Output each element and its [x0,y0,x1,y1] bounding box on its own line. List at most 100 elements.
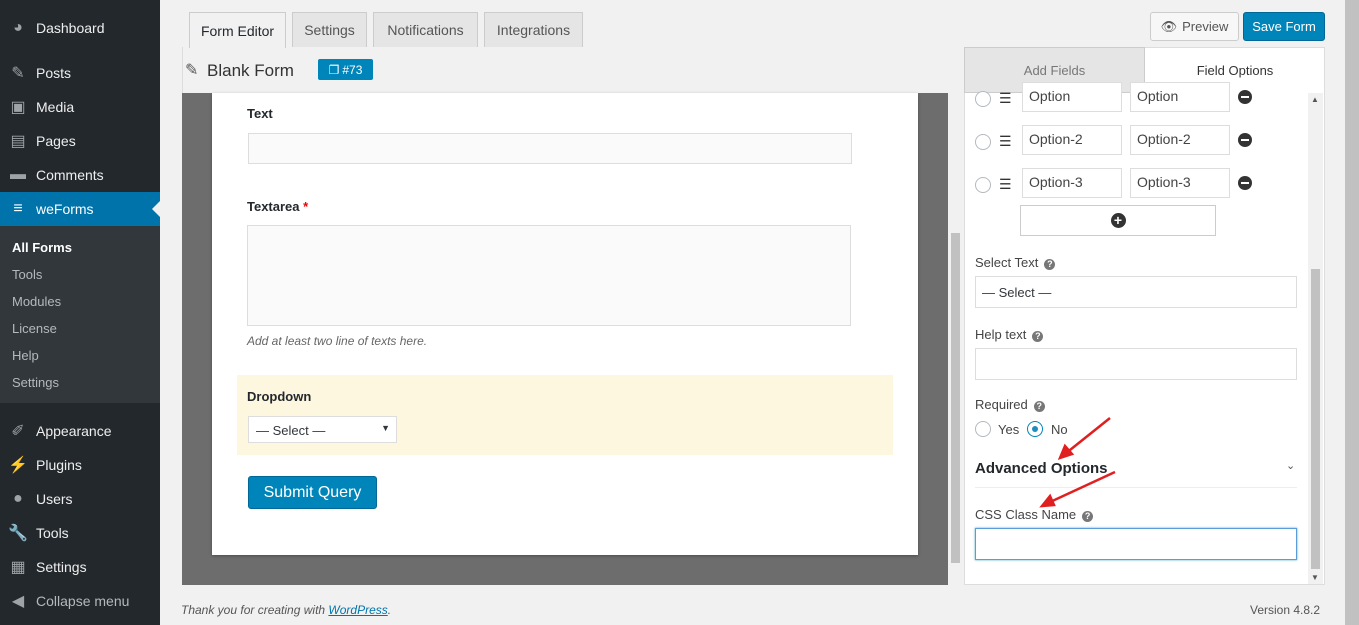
users-icon: ● [13,490,23,507]
submenu-item-license[interactable]: License [12,321,57,336]
appearance-icon: ✐ [11,423,25,440]
select-text-label: Select Text? [975,255,1056,270]
eye-icon: 👁 [1160,18,1178,34]
sidebar-item-label: weForms [36,201,94,217]
help-text-input[interactable] [975,348,1297,380]
page-scrollbar[interactable] [1345,0,1359,625]
help-icon[interactable]: ? [1044,259,1056,270]
sidebar-item-label: Appearance [36,423,112,439]
media-icon: ▣ [10,99,26,116]
option-label-input[interactable]: Option [1022,82,1122,112]
sidebar-item-appearance[interactable]: ✐ Appearance [0,414,160,448]
settings-icon: ▦ [10,559,26,576]
sidebar-item-posts[interactable]: ✎ Posts [0,56,160,90]
text-label: Text [247,106,273,121]
dropdown-label: Dropdown [247,389,312,404]
drag-handle-icon[interactable]: ☰ [999,91,1012,105]
sidebar-item-label: Tools [36,525,69,541]
select-text-input[interactable]: — Select — [975,276,1297,308]
weforms-submenu: All Forms Tools Modules License Help Settings [0,226,160,403]
wordpress-link[interactable]: WordPress [328,603,387,617]
plus-circle-icon: + [1110,213,1126,228]
plugins-icon: ⚡ [8,457,28,474]
submenu-item-modules[interactable]: Modules [12,294,61,309]
sidebar-item-label: Dashboard [36,20,105,36]
submenu-item-all-forms[interactable]: All Forms [12,240,72,255]
sidebar-item-plugins[interactable]: ⚡ Plugins [0,448,160,482]
tab-integrations[interactable]: Integrations [484,12,583,47]
default-option-radio[interactable] [975,134,991,150]
option-value-input[interactable]: Option-3 [1130,168,1230,198]
default-option-radio[interactable] [975,177,991,193]
copy-icon: ❐ [328,62,340,77]
text-input[interactable] [248,133,852,164]
option-label-input[interactable]: Option-2 [1022,125,1122,155]
form-id: #73 [342,62,363,77]
css-class-input[interactable] [975,528,1297,560]
submenu-item-help[interactable]: Help [12,348,39,363]
textarea-help: Add at least two line of texts here. [247,334,428,348]
tab-form-editor[interactable]: Form Editor [189,12,286,48]
admin-sidebar: All Forms Tools Modules License Help Settings… [0,0,160,625]
submit-button[interactable]: Submit Query [248,476,377,509]
sidebar-item-label: Users [36,491,73,507]
help-text-label: Help text? [975,327,1044,342]
pages-icon: ▤ [10,133,26,150]
annotation-arrows [1039,417,1116,508]
tools-icon: 🔧 [8,525,28,542]
remove-option-icon[interactable] [1238,90,1252,104]
sidebar-item-users[interactable]: ● Users [0,482,160,516]
textarea-input[interactable] [247,225,851,326]
sidebar-item-label: Media [36,99,75,115]
sidebar-item-label: Plugins [36,457,82,473]
sidebar-item-label: Pages [36,133,76,149]
textarea-label: Textarea * [247,199,309,214]
option-value-input[interactable]: Option-2 [1130,125,1230,155]
help-icon[interactable]: ? [1032,331,1044,342]
sidebar-item-weforms[interactable]: ≡ weForms [0,192,160,226]
sidebar-item-media[interactable]: ▣ Media [0,90,160,124]
dropdown-field-highlight[interactable] [237,375,893,455]
remove-option-icon[interactable] [1238,133,1252,147]
dropdown-select[interactable]: — Select — ▼ [248,416,397,443]
default-option-radio[interactable] [975,91,991,107]
divider [975,487,1297,488]
editor-header [182,47,964,93]
panel-scrollbar[interactable]: ▲ ▼ [1308,93,1323,584]
drag-handle-icon[interactable]: ☰ [999,134,1012,148]
remove-option-icon[interactable] [1238,176,1252,190]
option-label-input[interactable]: Option-3 [1022,168,1122,198]
arrow-css [1047,470,1116,505]
form-title[interactable]: Blank Form [207,61,294,81]
collapse-icon: ◀ [11,593,25,610]
add-option-button[interactable]: + [1020,205,1216,236]
sidebar-item-pages[interactable]: ▤ Pages [0,124,160,158]
submenu-item-tools[interactable]: Tools [12,267,42,282]
tab-settings[interactable]: Settings [292,12,367,47]
canvas-scrollbar[interactable] [948,93,963,585]
form-id-badge[interactable]: ❐ #73 [318,59,373,80]
tab-notifications[interactable]: Notifications [373,12,478,47]
sidebar-item-dashboard[interactable]: ◕ Dashboard [0,11,160,45]
arrow-advanced [1064,417,1111,455]
chevron-down-icon[interactable]: ⌄ [1286,459,1295,472]
footer-thanks: Thank you for creating with WordPress. [181,603,392,617]
sidebar-item-label: Collapse menu [36,593,130,609]
sidebar-item-tools[interactable]: 🔧 Tools [0,516,160,550]
sidebar-item-settings[interactable]: ▦ Settings [0,550,160,584]
drag-handle-icon[interactable]: ☰ [999,177,1012,191]
sidebar-item-label: Posts [36,65,72,81]
sidebar-item-label: Comments [36,167,104,183]
option-value-input[interactable]: Option [1130,82,1230,112]
save-form-button[interactable]: Save Form [1243,12,1325,41]
preview-button[interactable]: 👁 Preview [1150,12,1239,41]
yes-label: Yes [998,422,1020,437]
required-yes-radio[interactable] [975,421,991,437]
submenu-item-settings[interactable]: Settings [12,375,59,390]
sidebar-item-collapse-menu[interactable]: ◀ Collapse menu [0,584,160,618]
pencil-icon: ✎ [185,62,199,79]
sidebar-item-comments[interactable]: ▬ Comments [0,158,160,192]
weforms-icon: ≡ [13,200,23,217]
dashboard-icon: ◕ [13,19,23,36]
comments-icon: ▬ [10,166,26,183]
